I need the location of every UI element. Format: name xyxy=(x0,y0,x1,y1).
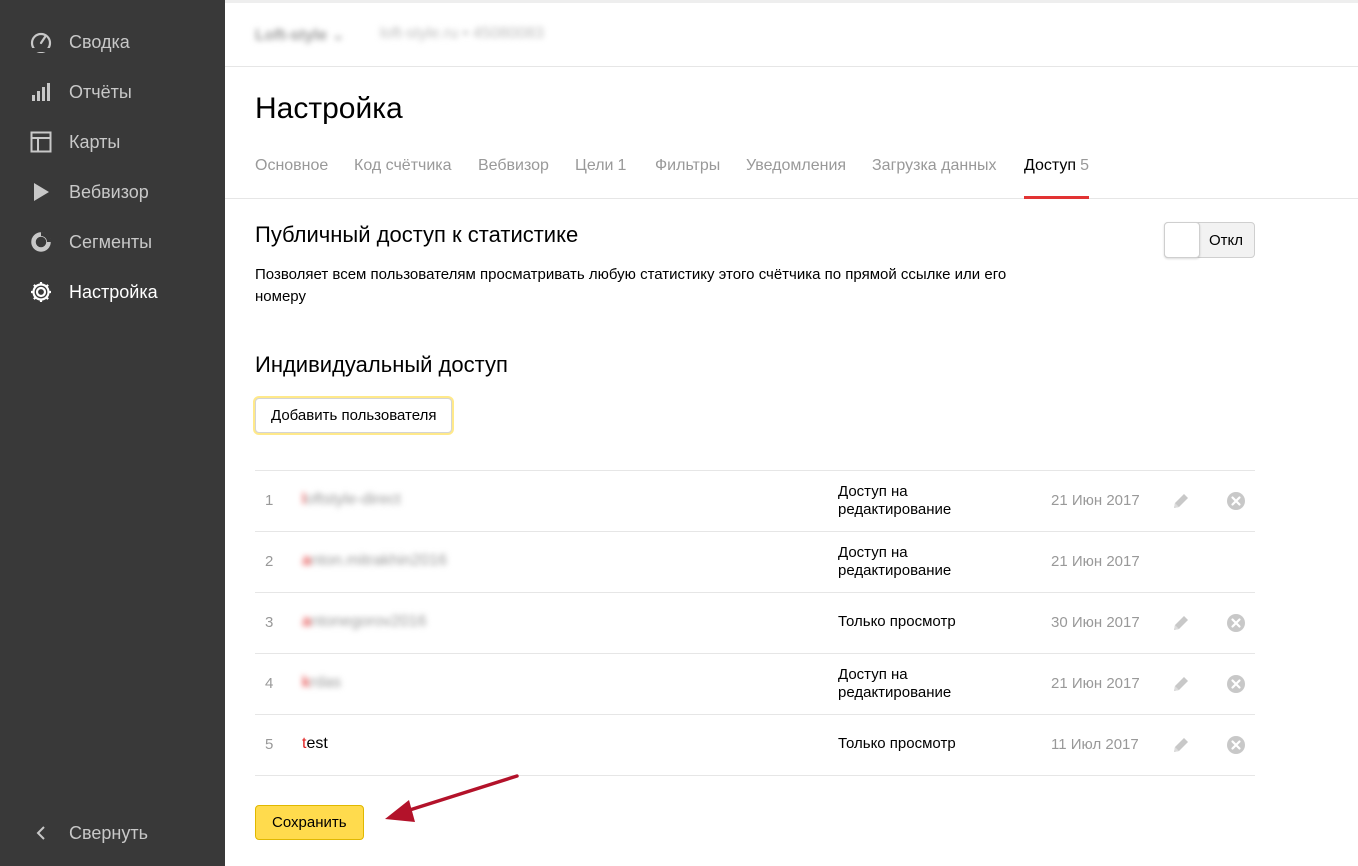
sidebar-collapse-label: Свернуть xyxy=(69,823,148,843)
edit-pencil-icon[interactable] xyxy=(1170,673,1192,695)
counter-topbar: Loft-style ⌄ loft-style.ru • 45080083 xyxy=(225,0,1358,67)
sidebar-item-webvisor[interactable]: Вебвизор xyxy=(0,167,225,217)
access-level: Только просмотр xyxy=(838,735,956,752)
sidebar-item-label: Отчёты xyxy=(69,81,132,102)
tab-counter-code[interactable]: Код счётчика xyxy=(354,157,452,175)
segments-ring-icon xyxy=(29,230,53,254)
individual-access-title: Индивидуальный доступ xyxy=(255,352,508,377)
sidebar-item-label: Сводка xyxy=(69,31,130,52)
user-login: krdas xyxy=(302,674,341,692)
annotation-arrow-icon xyxy=(385,774,519,822)
row-number: 3 xyxy=(265,614,274,631)
access-level: Доступ на редактирование xyxy=(838,544,952,579)
tab-label: Основное xyxy=(255,157,329,174)
row-number: 4 xyxy=(265,675,274,692)
dashboard-icon xyxy=(29,30,53,54)
user-login: loftstyle-direct xyxy=(302,491,401,509)
add-user-button[interactable]: Добавить пользователя xyxy=(255,398,453,433)
login-first-letter: k xyxy=(302,674,310,691)
tab-label: Код счётчика xyxy=(354,157,452,174)
public-access-description: Позволяет всем пользователям просматрива… xyxy=(255,266,1007,305)
access-date: 21 Июн 2017 xyxy=(1051,492,1140,509)
tab-data-upload[interactable]: Загрузка данных xyxy=(872,157,997,175)
toggle-label: Откл xyxy=(1209,232,1244,249)
login-first-letter: a xyxy=(302,613,311,630)
row-number: 5 xyxy=(265,736,274,753)
sidebar-item-label: Сегменты xyxy=(69,231,153,252)
sidebar: Сводка Отчёты Карты Вебвизор Сегменты На… xyxy=(0,0,225,866)
tab-access[interactable]: Доступ 5 xyxy=(1024,157,1089,199)
sidebar-item-label: Вебвизор xyxy=(69,181,149,202)
tab-notifications[interactable]: Уведомления xyxy=(746,157,846,175)
tab-label: Цели xyxy=(575,157,614,174)
edit-pencil-icon[interactable] xyxy=(1170,734,1192,756)
user-login: anton.mitrakhin2016 xyxy=(302,552,447,570)
tab-label: Фильтры xyxy=(655,157,721,174)
play-icon xyxy=(29,180,53,204)
access-level: Только просмотр xyxy=(838,613,956,630)
login-rest: nton.mitrakhin2016 xyxy=(310,552,447,569)
counter-selector[interactable]: Loft-style ⌄ xyxy=(255,25,345,45)
access-date: 21 Июн 2017 xyxy=(1051,675,1140,692)
login-rest: est xyxy=(306,735,328,752)
counter-name: Loft-style xyxy=(255,27,327,44)
tab-goals[interactable]: Цели 1 xyxy=(575,157,626,175)
sidebar-item-label: Карты xyxy=(69,131,121,152)
tab-label: Доступ xyxy=(1024,157,1077,174)
reports-bars-icon xyxy=(29,80,53,104)
sidebar-item-segments[interactable]: Сегменты xyxy=(0,217,225,267)
login-rest: oftstyle-direct xyxy=(305,491,401,508)
login-rest: rdas xyxy=(310,674,342,691)
tab-label: Уведомления xyxy=(746,157,847,174)
page-title: Настройка xyxy=(255,92,403,125)
user-login: antonegorov2016 xyxy=(302,613,427,631)
save-button[interactable]: Сохранить xyxy=(255,805,364,840)
table-row: 2 anton.mitrakhin2016 Доступ на редактиров… xyxy=(255,532,1255,593)
table-row: 1 loftstyle-direct Доступ на редактировани… xyxy=(255,471,1255,532)
gear-icon xyxy=(29,280,53,304)
tab-webvisor[interactable]: Вебвизор xyxy=(478,157,549,175)
public-access-title: Публичный доступ к статистике xyxy=(255,222,579,247)
access-level: Доступ на редактирование xyxy=(838,483,952,518)
tab-label: Вебвизор xyxy=(478,157,549,174)
row-number: 2 xyxy=(265,553,274,570)
tab-filters[interactable]: Фильтры xyxy=(655,157,720,175)
table-row: 3 antonegorov2016 Только просмотр 30 Июн 20… xyxy=(255,593,1255,654)
maps-layout-icon xyxy=(29,130,53,154)
remove-user-icon[interactable] xyxy=(1226,491,1246,511)
remove-user-icon[interactable] xyxy=(1226,735,1246,755)
table-row: 5 test Только просмотр 11 Июл 2017 xyxy=(255,715,1255,776)
main-content: Loft-style ⌄ loft-style.ru • 45080083 На… xyxy=(225,0,1358,866)
access-date: 11 Июл 2017 xyxy=(1051,736,1139,753)
sidebar-collapse-button[interactable]: Свернуть xyxy=(0,810,225,856)
access-date: 30 Июн 2017 xyxy=(1051,614,1140,631)
edit-pencil-icon[interactable] xyxy=(1170,612,1192,634)
sidebar-item-label: Настройка xyxy=(69,281,158,302)
sidebar-item-settings[interactable]: Настройка xyxy=(0,267,225,317)
tab-count: 1 xyxy=(617,157,627,174)
toggle-knob xyxy=(1164,222,1200,258)
counter-info: loft-style.ru • 45080083 xyxy=(380,25,544,42)
chevron-left-icon xyxy=(29,821,53,845)
access-level: Доступ на редактирование xyxy=(838,666,952,701)
tab-label: Загрузка данных xyxy=(872,157,997,174)
login-first-letter: a xyxy=(302,552,311,569)
settings-tabs: Основное Код счётчика Вебвизор Цели 1 Фил… xyxy=(225,140,1358,199)
remove-user-icon[interactable] xyxy=(1226,674,1246,694)
sidebar-item-reports[interactable]: Отчёты xyxy=(0,67,225,117)
row-number: 1 xyxy=(265,492,274,509)
access-date: 21 Июн 2017 xyxy=(1051,553,1140,570)
tab-main[interactable]: Основное xyxy=(255,157,328,175)
sidebar-item-maps[interactable]: Карты xyxy=(0,117,225,167)
user-login: test xyxy=(302,735,328,753)
login-rest: ntonegorov2016 xyxy=(310,613,427,630)
public-access-toggle[interactable]: Откл xyxy=(1164,222,1255,258)
tab-count: 5 xyxy=(1080,157,1089,174)
access-users-table: 1 loftstyle-direct Доступ на редактировани… xyxy=(255,470,1255,776)
sidebar-item-summary[interactable]: Сводка xyxy=(0,17,225,67)
remove-user-icon[interactable] xyxy=(1226,613,1246,633)
table-row: 4 krdas Доступ на редактирование 21 Июн 201… xyxy=(255,654,1255,715)
edit-pencil-icon[interactable] xyxy=(1170,490,1192,512)
